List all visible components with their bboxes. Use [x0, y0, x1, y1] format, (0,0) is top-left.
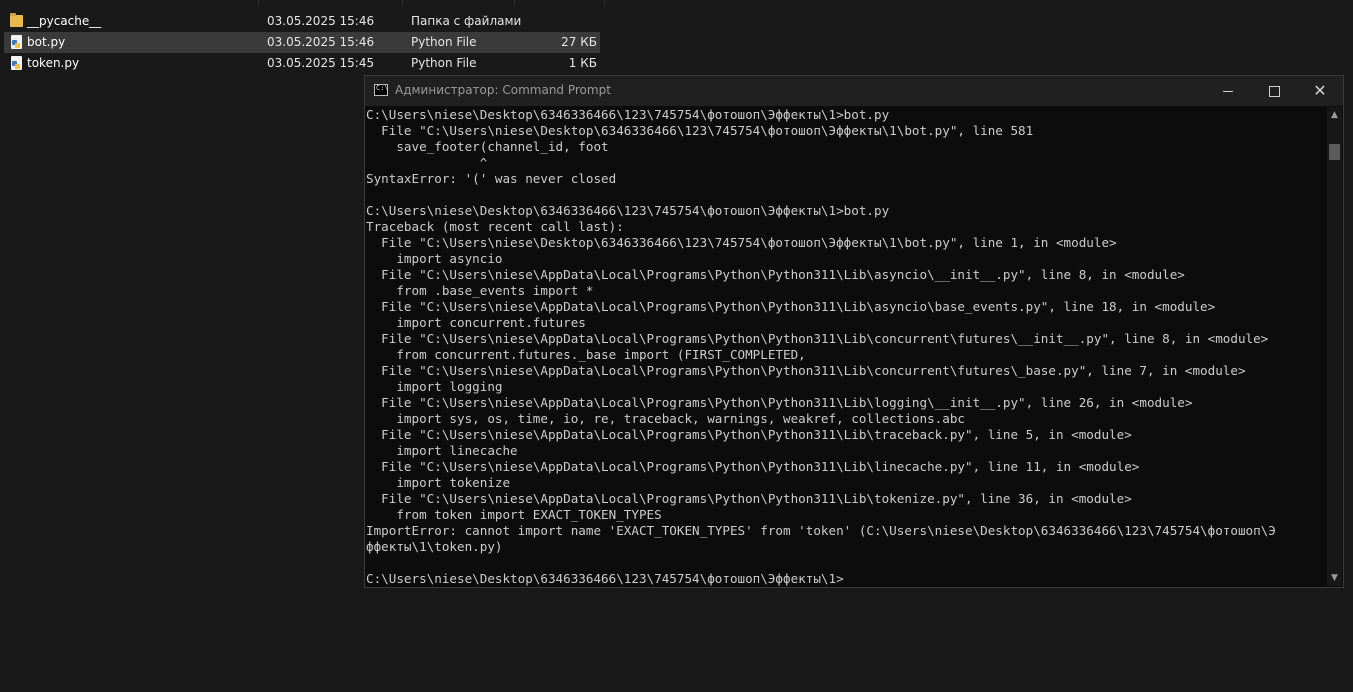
close-icon: ✕ [1313, 81, 1327, 100]
file-date: 03.05.2025 15:46 [267, 14, 375, 28]
console-line: ImportError: cannot import name 'EXACT_T… [366, 523, 1276, 538]
console-line: C:\Users\niese\Desktop\6346336466\123\74… [366, 107, 890, 122]
console-line: import tokenize [366, 475, 511, 490]
console-line: File "C:\Users\niese\AppData\Local\Progr… [366, 491, 1132, 506]
console-line: C:\Users\niese\Desktop\6346336466\123\74… [366, 571, 844, 586]
file-size: 27 КБ [561, 35, 597, 49]
console-line: File "C:\Users\niese\AppData\Local\Progr… [366, 267, 1185, 282]
console-line: import asyncio [366, 251, 503, 266]
file-date: 03.05.2025 15:46 [267, 35, 375, 49]
file-type: Python File [411, 35, 477, 49]
file-row-pycache[interactable]: __pycache__ 03.05.2025 15:46 Папка с фай… [4, 11, 600, 32]
scrollbar-thumb[interactable] [1329, 144, 1340, 160]
file-type: Папка с файлами [411, 14, 522, 28]
console-line: Traceback (most recent call last): [366, 219, 624, 234]
column-separator[interactable] [514, 0, 515, 6]
file-row-token-py[interactable]: token.py 03.05.2025 15:45 Python File 1 … [4, 53, 600, 74]
close-button[interactable]: ✕ [1297, 76, 1343, 106]
console-line: SyntaxError: '(' was never closed [366, 171, 617, 186]
maximize-button[interactable] [1251, 76, 1297, 106]
console-output[interactable]: C:\Users\niese\Desktop\6346336466\123\74… [366, 107, 1325, 586]
console-line: save_footer(channel_id, foot [366, 139, 609, 154]
file-size: 1 КБ [568, 56, 597, 70]
file-date: 03.05.2025 15:45 [267, 56, 375, 70]
console-line: import linecache [366, 443, 518, 458]
console-line: File "C:\Users\niese\AppData\Local\Progr… [366, 299, 1216, 314]
file-type: Python File [411, 56, 477, 70]
column-separator[interactable] [402, 0, 403, 6]
console-line: File "C:\Users\niese\AppData\Local\Progr… [366, 459, 1140, 474]
maximize-icon [1269, 86, 1280, 97]
console-line: ^ [366, 155, 488, 170]
file-name: token.py [27, 56, 80, 70]
python-file-icon [11, 35, 22, 49]
console-line: C:\Users\niese\Desktop\6346336466\123\74… [366, 203, 890, 218]
file-explorer-list: __pycache__ 03.05.2025 15:46 Папка с фай… [0, 0, 605, 74]
column-separator[interactable] [258, 0, 259, 6]
console-line: import sys, os, time, io, re, traceback,… [366, 411, 965, 426]
console-line: File "C:\Users\niese\AppData\Local\Progr… [366, 331, 1269, 346]
window-title: Администратор: Command Prompt [395, 83, 611, 97]
console-line: File "C:\Users\niese\AppData\Local\Progr… [366, 395, 1193, 410]
console-line: ффекты\1\token.py) [366, 539, 503, 554]
file-name: bot.py [27, 35, 66, 49]
minimize-icon [1223, 91, 1233, 92]
console-line: File "C:\Users\niese\AppData\Local\Progr… [366, 427, 1132, 442]
file-name: __pycache__ [27, 14, 102, 28]
console-line: File "C:\Users\niese\AppData\Local\Progr… [366, 363, 1246, 378]
scroll-up-arrow-icon[interactable]: ▲ [1327, 107, 1342, 123]
minimize-button[interactable] [1205, 76, 1251, 106]
console-line: from .base_events import * [366, 283, 594, 298]
console-line: from concurrent.futures._base import (FI… [366, 347, 806, 362]
file-row-bot-py[interactable]: bot.py 03.05.2025 15:46 Python File 27 К… [4, 32, 600, 53]
python-file-icon [11, 56, 22, 70]
console-line: from token import EXACT_TOKEN_TYPES [366, 507, 662, 522]
cmd-app-icon[interactable] [374, 84, 389, 96]
console-line: import concurrent.futures [366, 315, 586, 330]
scroll-down-arrow-icon[interactable]: ▼ [1327, 570, 1342, 586]
vertical-scrollbar[interactable]: ▲ ▼ [1327, 107, 1342, 586]
folder-icon [10, 13, 23, 27]
console-line: File "C:\Users\niese\Desktop\6346336466\… [366, 235, 1117, 250]
column-separator[interactable] [604, 0, 605, 6]
console-line: import logging [366, 379, 503, 394]
window-titlebar[interactable]: Администратор: Command Prompt ✕ [365, 76, 1343, 106]
console-line: File "C:\Users\niese\Desktop\6346336466\… [366, 123, 1034, 138]
command-prompt-window[interactable]: Администратор: Command Prompt ✕ C:\Users… [364, 75, 1344, 588]
